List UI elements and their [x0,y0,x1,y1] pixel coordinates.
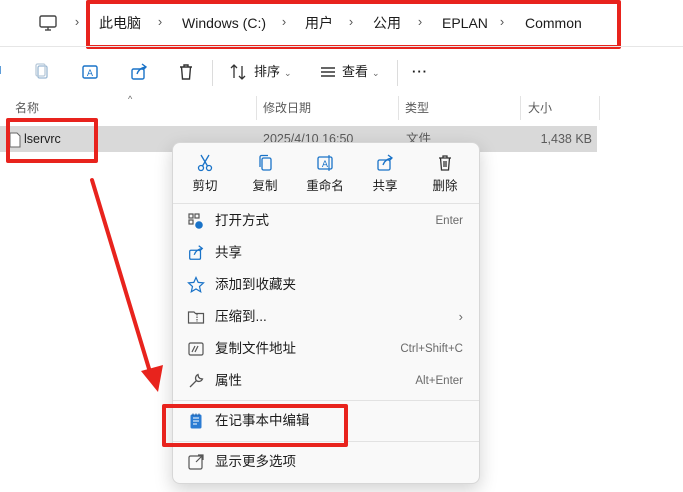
copy-button[interactable] [30,60,54,84]
column-header-size[interactable]: 大小 [528,96,552,120]
share-icon [187,244,205,262]
wrench-icon [187,372,205,390]
menu-item-show-more-options[interactable]: 显示更多选项 [173,447,479,477]
menu-item-label: 共享 [215,245,242,260]
file-size: 1,438 KB [540,132,592,146]
copy-icon [255,153,275,173]
copy-path-icon [187,340,205,358]
chevron-down-icon: ⌄ [284,68,292,78]
column-header-row: ^ 名称 修改日期 类型 大小 [0,94,600,120]
sort-ascending-icon: ^ [128,94,133,104]
share-icon [375,153,395,173]
star-icon [187,276,205,294]
delete-button[interactable] [174,60,198,84]
svg-text:A: A [322,160,329,170]
rename-icon: A [315,153,335,173]
menu-item-shortcut: Ctrl+Shift+C [400,343,463,355]
menu-item-label: 属性 [215,373,242,388]
quick-action-label: 剪切 [192,179,218,193]
quick-action-label: 删除 [432,179,458,193]
menu-separator [173,400,479,401]
menu-item-label: 显示更多选项 [215,454,296,469]
quick-action-label: 复制 [252,179,278,193]
quick-action-label: 重命名 [306,179,344,193]
rename-action[interactable]: A 重命名 [297,149,353,197]
chevron-down-icon: ⌄ [372,68,380,78]
submenu-chevron-icon: › [458,309,463,324]
menu-item-share[interactable]: 共享 [173,238,479,268]
sort-icon [226,60,250,84]
menu-item-shortcut: Enter [435,215,464,227]
sort-label: 排序 [254,64,281,79]
open-with-icon [187,212,205,230]
menu-item-open-with[interactable]: 打开方式 Enter [173,206,479,236]
more-options-button[interactable]: ··· [412,62,428,82]
toolbar-separator [212,60,213,86]
menu-item-label: 添加到收藏夹 [215,277,296,292]
delete-action[interactable]: 删除 [417,149,473,197]
view-menu-button[interactable]: 查看 ⌄ [342,62,380,83]
toolbar-separator [397,60,398,86]
this-pc-icon[interactable] [38,13,58,33]
menu-item-shortcut: Alt+Enter [415,375,463,387]
share-button[interactable] [127,60,151,84]
sort-menu-button[interactable]: 排序 ⌄ [254,62,292,83]
menu-item-label: 打开方式 [215,213,269,228]
view-icon [316,60,340,84]
command-bar: A 排序 ⌄ 查看 ⌄ ··· [0,52,683,92]
column-header-modified[interactable]: 修改日期 [263,96,311,120]
notepad-highlight-box [162,404,348,447]
address-highlight-box [86,0,621,49]
column-separator[interactable] [599,96,600,120]
quick-action-label: 共享 [372,179,398,193]
svg-text:A: A [87,69,94,79]
column-separator[interactable] [398,96,399,120]
rename-button[interactable]: A [78,60,102,84]
menu-item-copy-as-path[interactable]: 复制文件地址 Ctrl+Shift+C [173,334,479,364]
scissors-icon [195,153,215,173]
menu-separator [173,203,479,204]
external-icon [187,453,205,471]
menu-item-label: 复制文件地址 [215,341,296,356]
cut-action[interactable]: 剪切 [177,149,233,197]
cut-button[interactable] [0,60,12,84]
menu-item-compress-to[interactable]: 压缩到... › [173,302,479,332]
share-action[interactable]: 共享 [357,149,413,197]
view-label: 查看 [342,64,369,79]
divider [0,46,683,47]
quick-actions-row: 剪切 复制 A 重命名 共享 删除 [173,143,479,201]
column-separator[interactable] [256,96,257,120]
breadcrumb-chevron-icon[interactable]: › [72,14,82,30]
trash-icon [435,153,455,173]
menu-item-add-to-favorites[interactable]: 添加到收藏夹 [173,270,479,300]
zip-folder-icon [187,308,205,326]
column-header-type[interactable]: 类型 [405,96,429,120]
copy-action[interactable]: 复制 [237,149,293,197]
menu-item-properties[interactable]: 属性 Alt+Enter [173,366,479,396]
menu-item-label: 压缩到... [215,309,267,324]
column-header-name[interactable]: 名称 [15,96,39,120]
file-highlight-box [6,118,98,163]
column-separator[interactable] [520,96,521,120]
